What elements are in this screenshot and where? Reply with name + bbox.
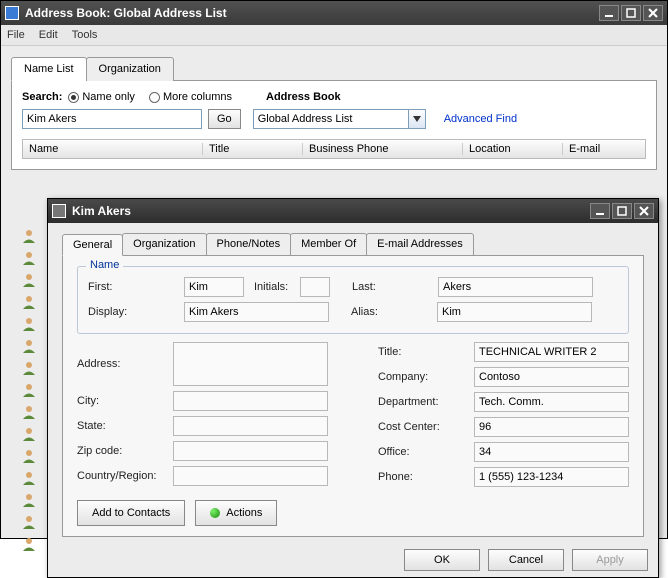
main-window: Address Book: Global Address List File E…: [0, 0, 668, 539]
tab-name-list[interactable]: Name List: [11, 57, 87, 81]
tab-general[interactable]: General: [62, 234, 123, 256]
state-field[interactable]: [173, 416, 328, 436]
name-fieldset: Name First: Initials: Last: Display:: [77, 266, 629, 334]
dept-field[interactable]: [474, 392, 629, 412]
tab-organization[interactable]: Organization: [86, 57, 174, 81]
person-icon: [21, 250, 37, 266]
address-field[interactable]: [173, 342, 328, 386]
alias-label: Alias:: [351, 306, 431, 318]
menubar: File Edit Tools: [1, 25, 667, 46]
title-label: Title:: [378, 346, 468, 358]
country-label: Country/Region:: [77, 470, 167, 482]
name-list-panel: Search: Name only More columns Address B…: [11, 81, 657, 170]
person-icon: [21, 448, 37, 464]
city-field[interactable]: [173, 391, 328, 411]
cancel-button[interactable]: Cancel: [488, 549, 564, 571]
tab-email-addresses[interactable]: E-mail Addresses: [366, 233, 474, 255]
contact-card-icon: [52, 204, 66, 218]
col-location[interactable]: Location: [463, 143, 563, 155]
zip-field[interactable]: [173, 441, 328, 461]
actions-button[interactable]: Actions: [195, 500, 277, 526]
alias-field[interactable]: [437, 302, 592, 322]
zip-label: Zip code:: [77, 445, 167, 457]
office-label: Office:: [378, 446, 468, 458]
search-label: Search:: [22, 91, 62, 103]
display-label: Display:: [88, 306, 178, 318]
person-icon: [21, 470, 37, 486]
col-name[interactable]: Name: [23, 143, 203, 155]
tab-organization-dlg[interactable]: Organization: [122, 233, 206, 255]
cost-label: Cost Center:: [378, 421, 468, 433]
apply-button[interactable]: Apply: [572, 549, 648, 571]
tab-member-of[interactable]: Member Of: [290, 233, 367, 255]
person-icon: [21, 382, 37, 398]
phone-label: Phone:: [378, 471, 468, 483]
last-label: Last:: [352, 281, 432, 293]
person-icon: [21, 294, 37, 310]
address-book-label: Address Book: [266, 91, 341, 103]
dialog-title: Kim Akers: [72, 204, 590, 218]
person-icon: [21, 536, 37, 552]
person-icon: [21, 492, 37, 508]
person-icon: [21, 338, 37, 354]
menu-file[interactable]: File: [7, 29, 25, 41]
col-email[interactable]: E-mail: [563, 143, 645, 155]
first-label: First:: [88, 281, 178, 293]
initials-label: Initials:: [254, 281, 294, 293]
radio-name-only[interactable]: Name only: [68, 91, 135, 103]
office-field[interactable]: [474, 442, 629, 462]
dialog-maximize-button[interactable]: [612, 203, 632, 219]
minimize-button[interactable]: [599, 5, 619, 21]
phone-field[interactable]: [474, 467, 629, 487]
address-label: Address:: [77, 358, 167, 370]
main-title: Address Book: Global Address List: [25, 6, 599, 20]
address-book-combo[interactable]: [253, 109, 408, 129]
contact-icon-strip: [21, 228, 37, 552]
general-panel: Name First: Initials: Last: Display:: [62, 255, 644, 537]
app-icon: [5, 6, 19, 20]
address-book-dropdown-arrow[interactable]: [408, 109, 426, 129]
search-input[interactable]: [22, 109, 202, 129]
col-bphone[interactable]: Business Phone: [303, 143, 463, 155]
cost-field[interactable]: [474, 417, 629, 437]
person-icon: [21, 360, 37, 376]
country-field[interactable]: [173, 466, 328, 486]
company-label: Company:: [378, 371, 468, 383]
contact-dialog: Kim Akers General Organization Phone/Not…: [47, 198, 659, 578]
advanced-find-link[interactable]: Advanced Find: [444, 113, 517, 125]
person-icon: [21, 426, 37, 442]
col-title[interactable]: Title: [203, 143, 303, 155]
main-titlebar: Address Book: Global Address List: [1, 1, 667, 25]
person-icon: [21, 514, 37, 530]
person-icon: [21, 316, 37, 332]
last-field[interactable]: [438, 277, 593, 297]
menu-tools[interactable]: Tools: [72, 29, 98, 41]
close-button[interactable]: [643, 5, 663, 21]
ok-button[interactable]: OK: [404, 549, 480, 571]
first-field[interactable]: [184, 277, 244, 297]
presence-icon: [210, 508, 220, 518]
title-field[interactable]: [474, 342, 629, 362]
results-header: Name Title Business Phone Location E-mai…: [22, 139, 646, 159]
person-icon: [21, 228, 37, 244]
go-button[interactable]: Go: [208, 109, 241, 129]
dialog-titlebar: Kim Akers: [48, 199, 658, 223]
state-label: State:: [77, 420, 167, 432]
initials-field[interactable]: [300, 277, 330, 297]
person-icon: [21, 404, 37, 420]
person-icon: [21, 272, 37, 288]
add-to-contacts-button[interactable]: Add to Contacts: [77, 500, 185, 526]
dialog-close-button[interactable]: [634, 203, 654, 219]
dept-label: Department:: [378, 396, 468, 408]
tab-phone-notes[interactable]: Phone/Notes: [206, 233, 292, 255]
company-field[interactable]: [474, 367, 629, 387]
display-field[interactable]: [184, 302, 329, 322]
city-label: City:: [77, 395, 167, 407]
menu-edit[interactable]: Edit: [39, 29, 58, 41]
name-legend: Name: [86, 259, 123, 271]
content-area: Name List Organization Search: Name only…: [1, 46, 667, 538]
maximize-button[interactable]: [621, 5, 641, 21]
dialog-minimize-button[interactable]: [590, 203, 610, 219]
radio-more-columns[interactable]: More columns: [149, 91, 232, 103]
